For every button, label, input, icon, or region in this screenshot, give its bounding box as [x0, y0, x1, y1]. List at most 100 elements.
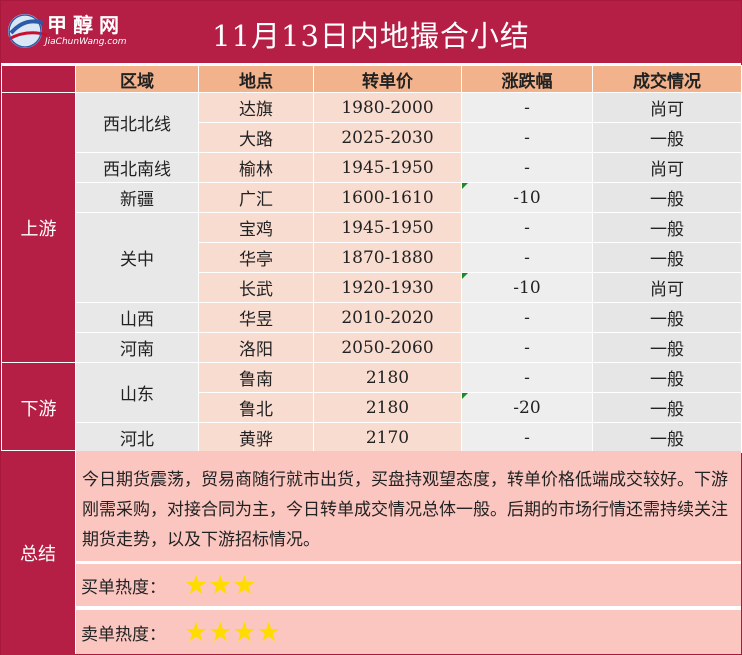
- place-cell: 达旗: [198, 92, 314, 123]
- change-value: -: [524, 127, 530, 148]
- place-cell: 洛阳: [198, 332, 314, 363]
- region-cell: 河北: [75, 422, 199, 453]
- buy-heat-label: 买单热度：: [81, 577, 166, 598]
- group-upstream: 上游: [1, 92, 76, 363]
- place-cell: 广汇: [198, 182, 314, 213]
- deal-cell: 一般: [592, 242, 742, 273]
- place-cell: 大路: [198, 122, 314, 153]
- change-cell: -: [461, 212, 593, 243]
- price-cell: 1600-1610: [313, 182, 462, 213]
- table-row: 下游 山东 鲁南 2180 - 一般: [1, 362, 742, 453]
- change-cell: -: [461, 122, 593, 153]
- price-table: 区域 地点 转单价 涨跌幅 成交情况 上游 西北北线 达旗 1980-2000 …: [1, 65, 742, 453]
- column-header-region: 区域: [75, 65, 199, 93]
- change-marker-icon: [462, 183, 468, 189]
- price-cell: 2180: [313, 362, 462, 393]
- column-header-change: 涨跌幅: [461, 65, 593, 93]
- table-row: 关中 宝鸡 1945-1950 - 一般: [2, 212, 742, 303]
- change-cell: -20: [461, 392, 593, 423]
- price-cell: 2025-2030: [313, 122, 462, 153]
- deal-cell: 尚可: [592, 92, 742, 123]
- change-value: -: [524, 217, 530, 238]
- region-cell: 新疆: [75, 182, 199, 213]
- price-cell: 2010-2020: [313, 302, 462, 333]
- change-value: -10: [513, 277, 541, 298]
- column-header-price: 转单价: [313, 65, 462, 93]
- deal-cell: 一般: [592, 362, 742, 393]
- buy-heat-stars-icon: ★★★: [184, 569, 257, 601]
- region-cell: 山西: [75, 302, 199, 333]
- price-cell: 1870-1880: [313, 242, 462, 273]
- report-frame: 甲醇网 JiaChunWang.com 11月13日内地撮合小结 区域 地点 转…: [0, 0, 742, 655]
- price-cell: 2180: [313, 392, 462, 423]
- price-cell: 2170: [313, 422, 462, 453]
- change-cell: -: [461, 92, 593, 123]
- table-row: 河南 洛阳 2050-2060 - 一般: [2, 332, 742, 363]
- change-value: -: [524, 367, 530, 388]
- page-title: 11月13日内地撮合小结: [212, 19, 530, 53]
- deal-cell: 尚可: [592, 272, 742, 303]
- report-header: 甲醇网 JiaChunWang.com 11月13日内地撮合小结: [1, 1, 741, 65]
- price-cell: 1945-1950: [313, 212, 462, 243]
- price-cell: 1980-2000: [313, 92, 462, 123]
- place-cell: 华亭: [198, 242, 314, 273]
- deal-cell: 一般: [592, 392, 742, 423]
- change-cell: -: [461, 332, 593, 363]
- table-row: 上游 西北北线 达旗 1980-2000 - 尚可: [1, 92, 742, 363]
- deal-cell: 一般: [592, 332, 742, 363]
- region-cell: 西北北线: [75, 92, 199, 153]
- column-header-deal: 成交情况: [592, 65, 742, 93]
- summary-text: 今日期货震荡，贸易商随行就市出货，买盘持观望态度，转单价格低端成交较好。下游刚需…: [76, 451, 741, 563]
- change-value: -20: [513, 397, 541, 418]
- deal-cell: 一般: [592, 302, 742, 333]
- group-downstream: 下游: [1, 362, 76, 453]
- region-cell: 山东: [75, 362, 199, 423]
- price-cell: 1920-1930: [313, 272, 462, 303]
- change-value: -: [524, 307, 530, 328]
- change-value: -: [524, 157, 530, 178]
- deal-cell: 一般: [592, 122, 742, 153]
- deal-cell: 一般: [592, 182, 742, 213]
- change-cell: -: [461, 152, 593, 183]
- price-cell: 1945-1950: [313, 152, 462, 183]
- price-cell: 2050-2060: [313, 332, 462, 363]
- change-marker-icon: [462, 273, 468, 279]
- place-cell: 华昱: [198, 302, 314, 333]
- sell-heat-stars-icon: ★★★★: [184, 616, 281, 648]
- change-value: -: [524, 427, 530, 448]
- table-row: 新疆 广汇 1600-1610 -10 一般: [2, 182, 742, 213]
- change-value: -: [524, 97, 530, 118]
- deal-cell: 尚可: [592, 152, 742, 183]
- place-cell: 鲁北: [198, 392, 314, 423]
- place-cell: 长武: [198, 272, 314, 303]
- change-cell: -10: [461, 272, 593, 303]
- change-cell: -: [461, 242, 593, 273]
- change-cell: -: [461, 302, 593, 333]
- place-cell: 鲁南: [198, 362, 314, 393]
- sell-heat-row: 卖单热度： ★★★★: [76, 610, 741, 654]
- change-value: -: [524, 247, 530, 268]
- deal-cell: 一般: [592, 212, 742, 243]
- table-row: 河北 黄骅 2170 - 一般: [2, 422, 742, 453]
- corner-cell: [1, 65, 76, 93]
- region-cell: 河南: [75, 332, 199, 363]
- table-header-row: 区域 地点 转单价 涨跌幅 成交情况: [1, 65, 742, 93]
- deal-cell: 一般: [592, 422, 742, 453]
- change-cell: -10: [461, 182, 593, 213]
- sell-heat-label: 卖单热度：: [81, 624, 166, 645]
- column-header-place: 地点: [198, 65, 314, 93]
- region-cell: 关中: [75, 212, 199, 303]
- table-row: 西北南线 榆林 1945-1950 - 尚可: [2, 152, 742, 183]
- group-summary: 总结: [1, 450, 75, 655]
- change-cell: -: [461, 422, 593, 453]
- change-cell: -: [461, 362, 593, 393]
- place-cell: 宝鸡: [198, 212, 314, 243]
- place-cell: 榆林: [198, 152, 314, 183]
- region-cell: 西北南线: [75, 152, 199, 183]
- place-cell: 黄骅: [198, 422, 314, 453]
- change-marker-icon: [462, 393, 468, 399]
- table-row: 山西 华昱 2010-2020 - 一般: [2, 302, 742, 333]
- buy-heat-row: 买单热度： ★★★: [76, 564, 741, 608]
- change-value: -10: [513, 187, 541, 208]
- change-value: -: [524, 337, 530, 358]
